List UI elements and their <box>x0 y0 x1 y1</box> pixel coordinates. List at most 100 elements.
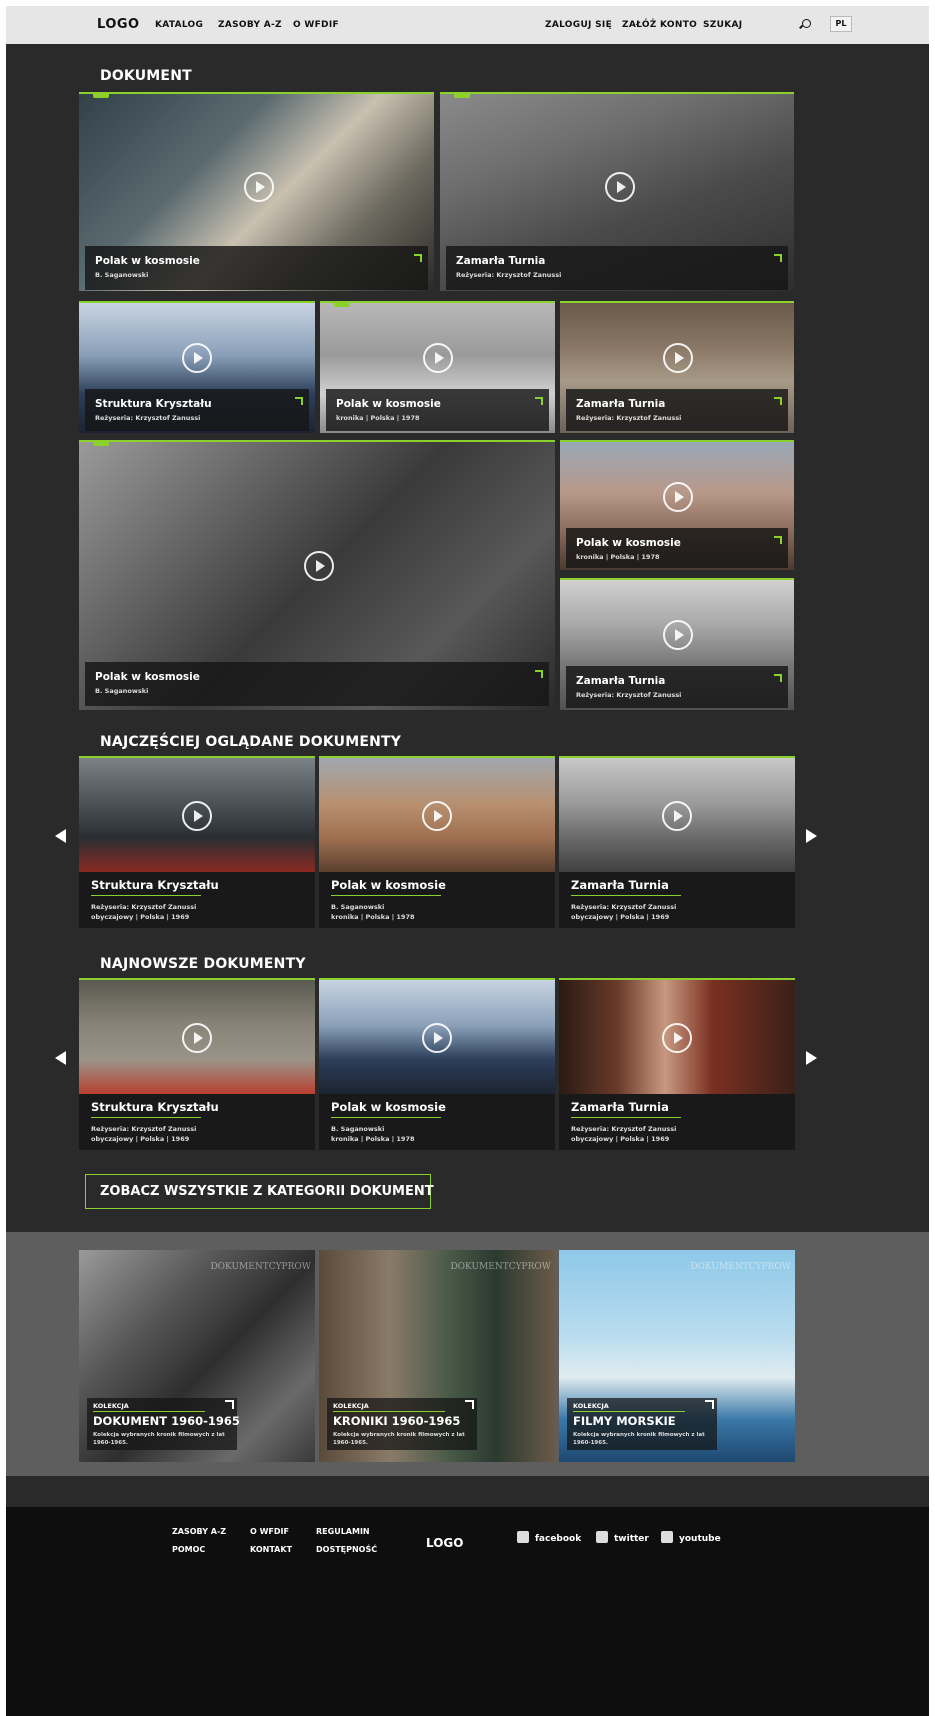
play-icon[interactable] <box>422 1023 452 1053</box>
card-meta-info: kronika | Polska | 1978 <box>331 913 415 921</box>
tile-subtitle: B. Saganowski <box>95 687 149 695</box>
play-icon[interactable] <box>662 801 692 831</box>
play-icon[interactable] <box>304 551 334 581</box>
collection-card[interactable]: DOKUMENTCYPROW KOLEKCJA KRONIKI 1960-196… <box>319 1250 555 1462</box>
new-badge <box>93 94 109 98</box>
collection-card[interactable]: DOKUMENTCYPROW KOLEKCJA FILMY MORSKIE Ko… <box>559 1250 795 1462</box>
tile-caption: Polak w kosmosie B. Saganowski <box>85 662 549 706</box>
youtube-link[interactable]: youtube <box>661 1531 721 1544</box>
play-icon[interactable] <box>662 1023 692 1053</box>
corner-icon <box>774 397 782 405</box>
video-tile[interactable]: Polak w kosmosie kronika | Polska | 1978 <box>560 440 794 570</box>
footer-link-regulamin[interactable]: REGULAMIN <box>316 1527 370 1536</box>
tile-title: Struktura Kryształu <box>95 398 212 410</box>
nav-zasoby[interactable]: ZASOBY A-Z <box>218 20 282 30</box>
title-underline <box>91 1117 201 1118</box>
card-meta-director: Reżyseria: Krzysztof Zanussi <box>91 1125 197 1133</box>
search-link[interactable]: SZUKAJ <box>703 20 742 30</box>
video-tile[interactable]: Zamarła Turnia Reżyseria: Krzysztof Zanu… <box>440 92 794 291</box>
facebook-label: facebook <box>535 1534 582 1544</box>
watermark: DOKUMENTCYPROW <box>450 1262 551 1272</box>
corner-icon <box>295 397 303 405</box>
tile-caption: Zamarła Turnia Reżyseria: Krzysztof Zanu… <box>566 666 788 708</box>
collection-description: Kolekcja wybranych kronik filmowych z la… <box>333 1432 465 1446</box>
twitter-icon <box>596 1531 608 1543</box>
play-icon[interactable] <box>663 482 693 512</box>
card-meta-director: B. Saganowski <box>331 903 385 911</box>
video-tile[interactable]: Struktura Kryształu Reżyseria: Krzysztof… <box>79 301 315 433</box>
collection-description: Kolekcja wybranych kronik filmowych z la… <box>93 1432 225 1446</box>
section-title-dokument: DOKUMENT <box>100 68 192 84</box>
carousel-next-arrow[interactable] <box>803 828 819 844</box>
play-icon[interactable] <box>423 343 453 373</box>
play-icon[interactable] <box>663 620 693 650</box>
title-underline <box>91 895 201 896</box>
tile-subtitle: Reżyseria: Krzysztof Zanussi <box>456 271 562 279</box>
video-card[interactable]: Polak w kosmosie B. Saganowski kronika |… <box>319 756 555 928</box>
title-underline <box>331 895 441 896</box>
language-switch[interactable]: PL <box>830 16 852 32</box>
twitter-label: twitter <box>614 1534 649 1544</box>
logo[interactable]: LOGO <box>97 17 140 32</box>
footer-logo[interactable]: LOGO <box>426 1536 463 1550</box>
login-link[interactable]: ZALOGUJ SIĘ <box>545 20 612 30</box>
video-tile[interactable]: Polak w kosmosie B. Saganowski <box>79 92 434 291</box>
twitter-link[interactable]: twitter <box>596 1531 649 1544</box>
nav-katalog[interactable]: KATALOG <box>155 20 203 30</box>
corner-icon <box>465 1400 474 1409</box>
tile-title: Zamarła Turnia <box>456 255 546 267</box>
play-icon[interactable] <box>182 1023 212 1053</box>
nav-o-wfdif[interactable]: O WFDIF <box>293 20 339 30</box>
section-title-most-watched: NAJCZĘŚCIEJ OGLĄDANE DOKUMENTY <box>100 734 402 750</box>
play-icon[interactable] <box>422 801 452 831</box>
title-underline <box>571 895 681 896</box>
collection-caption: KOLEKCJA FILMY MORSKIE Kolekcja wybranyc… <box>567 1398 717 1450</box>
corner-icon <box>774 674 782 682</box>
corner-icon <box>535 397 543 405</box>
section-title-newest: NAJNOWSZE DOKUMENTY <box>100 956 306 972</box>
carousel-prev-arrow[interactable] <box>53 1050 69 1066</box>
corner-icon <box>774 254 782 262</box>
tile-subtitle: kronika | Polska | 1978 <box>336 414 420 422</box>
video-card[interactable]: Struktura Kryształu Reżyseria: Krzysztof… <box>79 756 315 928</box>
collection-underline <box>333 1411 445 1412</box>
video-card[interactable]: Polak w kosmosie B. Saganowski kronika |… <box>319 978 555 1150</box>
video-tile[interactable]: Zamarła Turnia Reżyseria: Krzysztof Zanu… <box>560 301 794 433</box>
new-badge <box>93 442 109 446</box>
collection-label: KOLEKCJA <box>333 1402 369 1410</box>
footer-link-kontakt[interactable]: KONTAKT <box>250 1545 292 1554</box>
register-link[interactable]: ZAŁÓŻ KONTO <box>622 20 697 30</box>
carousel-next-arrow[interactable] <box>803 1050 819 1066</box>
tile-subtitle: Reżyseria: Krzysztof Zanussi <box>576 414 682 422</box>
play-icon[interactable] <box>182 801 212 831</box>
video-card[interactable]: Zamarła Turnia Reżyseria: Krzysztof Zanu… <box>559 978 795 1150</box>
play-icon[interactable] <box>244 172 274 202</box>
collection-title: FILMY MORSKIE <box>573 1414 676 1428</box>
see-all-category-button[interactable]: ZOBACZ WSZYSTKIE Z KATEGORII DOKUMENT <box>85 1174 434 1209</box>
new-badge <box>334 303 350 307</box>
top-navigation: LOGO KATALOG ZASOBY A-Z O WFDIF ZALOGUJ … <box>6 6 929 44</box>
play-icon[interactable] <box>605 172 635 202</box>
video-tile[interactable]: Zamarła Turnia Reżyseria: Krzysztof Zanu… <box>560 578 794 710</box>
play-icon[interactable] <box>663 343 693 373</box>
video-card[interactable]: Struktura Kryształu Reżyseria: Krzysztof… <box>79 978 315 1150</box>
footer-link-zasoby[interactable]: ZASOBY A-Z <box>172 1527 226 1536</box>
carousel-prev-arrow[interactable] <box>53 828 69 844</box>
tile-caption: Polak w kosmosie kronika | Polska | 1978 <box>566 528 788 568</box>
video-tile-large[interactable]: Polak w kosmosie B. Saganowski <box>79 440 555 710</box>
card-meta-info: obyczajowy | Polska | 1969 <box>91 1135 190 1143</box>
play-icon[interactable] <box>182 343 212 373</box>
card-title: Zamarła Turnia <box>571 1100 669 1114</box>
search-icon[interactable] <box>802 19 811 28</box>
tile-caption: Struktura Kryształu Reżyseria: Krzysztof… <box>85 389 309 431</box>
collection-card[interactable]: DOKUMENTCYPROW KOLEKCJA DOKUMENT 1960-19… <box>79 1250 315 1462</box>
card-meta-director: B. Saganowski <box>331 1125 385 1133</box>
facebook-icon <box>517 1531 529 1543</box>
footer-link-pomoc[interactable]: POMOC <box>172 1545 205 1554</box>
footer-link-dostepnosc[interactable]: DOSTĘPNOŚĆ <box>316 1545 377 1554</box>
video-tile[interactable]: Polak w kosmosie kronika | Polska | 1978 <box>320 301 555 433</box>
video-card[interactable]: Zamarła Turnia Reżyseria: Krzysztof Zanu… <box>559 756 795 928</box>
footer-link-o-wfdif[interactable]: O WFDIF <box>250 1527 289 1536</box>
facebook-link[interactable]: facebook <box>517 1531 581 1544</box>
card-meta-info: obyczajowy | Polska | 1969 <box>91 913 190 921</box>
